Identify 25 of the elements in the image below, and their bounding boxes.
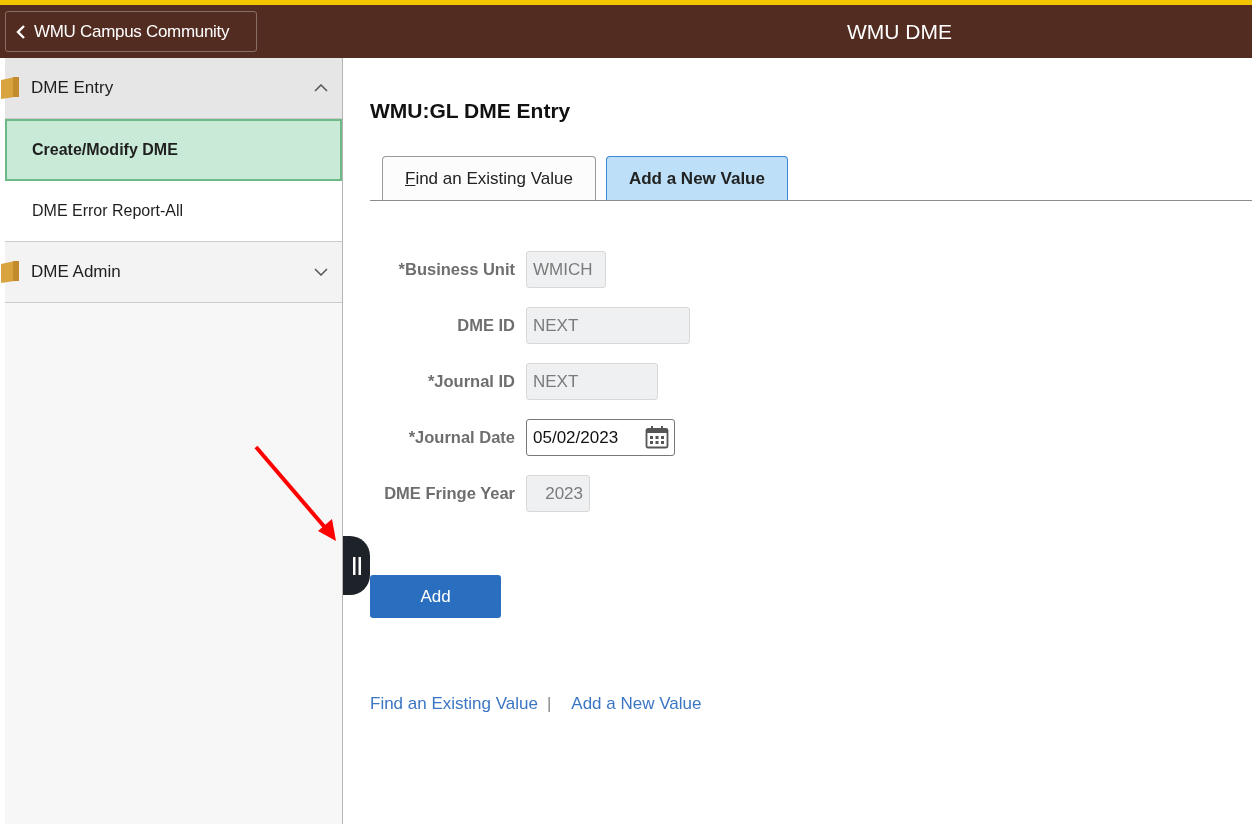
chevron-up-icon: [314, 84, 328, 92]
folder-icon: [1, 77, 19, 99]
calendar-icon[interactable]: [645, 425, 669, 449]
field-label: DME Fringe Year: [383, 484, 515, 503]
sidebar-toggle-handle[interactable]: [343, 536, 370, 595]
field-label: *Journal Date: [407, 428, 515, 447]
page-title: WMU:GL DME Entry: [370, 99, 572, 124]
sidebar-item[interactable]: DME Error Report-All: [5, 181, 342, 242]
tab[interactable]: Find an Existing Value: [382, 156, 596, 200]
date-field[interactable]: 05/02/2023: [526, 419, 675, 456]
chevron-left-icon: [16, 23, 26, 40]
field-label: *Business Unit: [397, 260, 515, 279]
tab[interactable]: Add a New Value: [605, 156, 788, 200]
sidebar-item[interactable]: Create/Modify DME: [5, 119, 342, 181]
app-title: WMU DME: [846, 19, 953, 44]
link-separator: |: [546, 694, 552, 714]
drag-handle-icon: [352, 556, 361, 575]
field-label: *Journal ID: [426, 372, 515, 391]
back-button[interactable]: WMU Campus Community: [5, 11, 257, 52]
link[interactable]: Find an Existing Value: [370, 694, 538, 714]
folder-icon: [1, 261, 19, 283]
add-button[interactable]: Add: [370, 575, 501, 618]
chevron-down-icon: [314, 268, 328, 276]
link[interactable]: Add a New Value: [571, 694, 702, 714]
field-label: DME ID: [456, 316, 515, 335]
